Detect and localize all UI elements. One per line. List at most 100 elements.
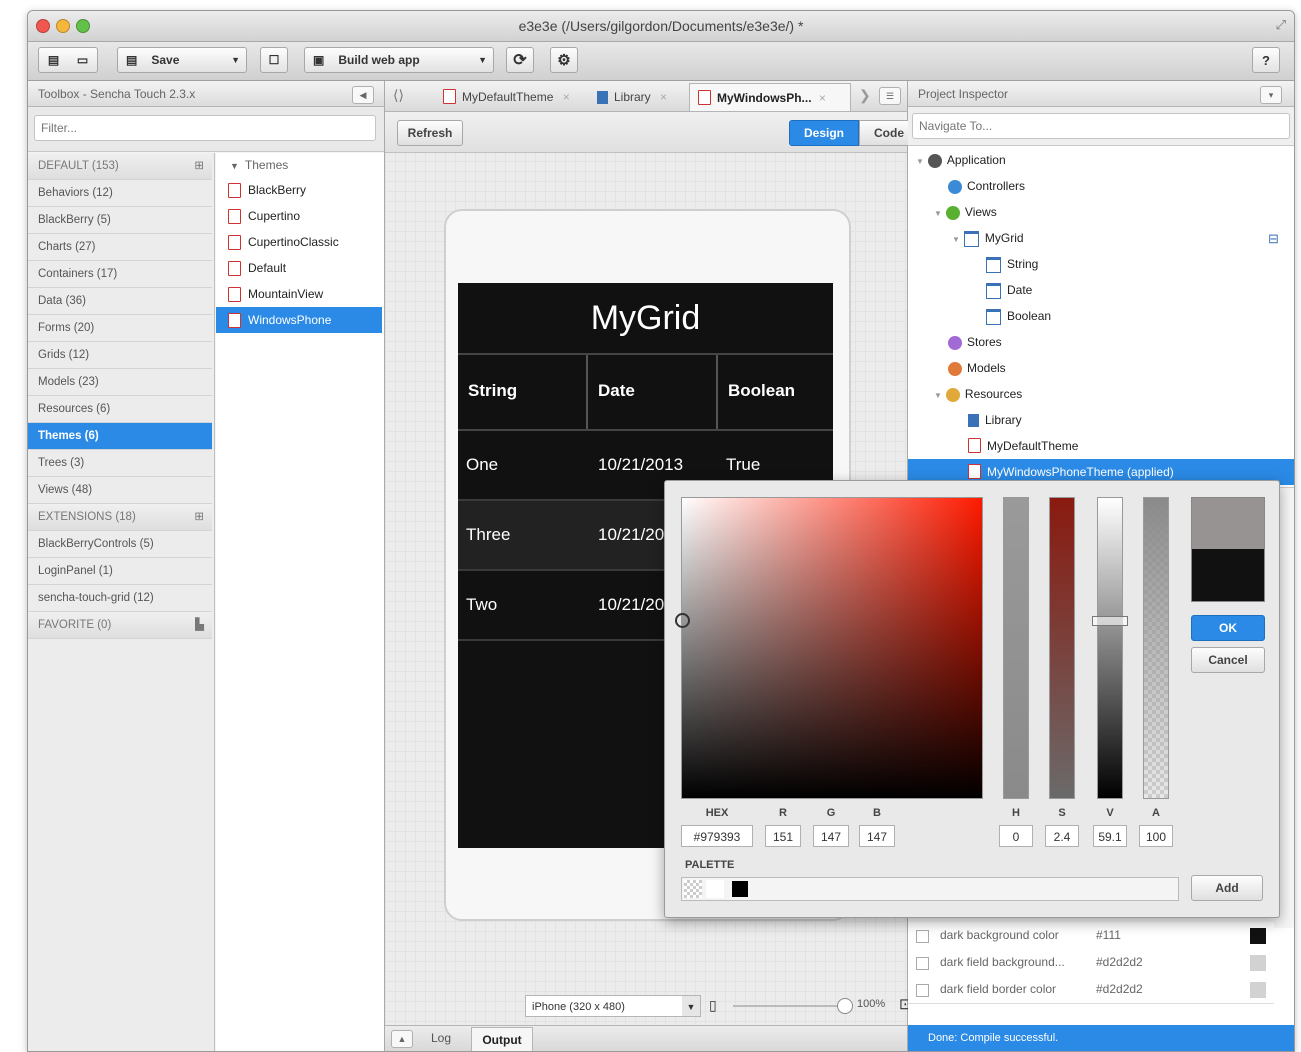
hue-slider[interactable]	[1003, 497, 1029, 799]
alpha-slider[interactable]	[1143, 497, 1169, 799]
property-checkbox[interactable]	[916, 930, 929, 943]
fullscreen-icon[interactable]: ⤢	[1276, 17, 1286, 33]
tree-node-stores[interactable]: Stores	[948, 329, 1002, 355]
tree-node-models[interactable]: Models	[948, 355, 1006, 381]
property-row[interactable]: dark field border color #d2d2d2	[908, 976, 1274, 1004]
color-swatch[interactable]	[1250, 955, 1266, 971]
tree-node-resources[interactable]: ▼ Resources	[934, 381, 1022, 407]
inspector-menu-button[interactable]: ▾	[1260, 86, 1282, 104]
value-slider[interactable]	[1092, 497, 1128, 799]
theme-item[interactable]: CupertinoClassic	[216, 229, 382, 255]
tab-output[interactable]: Output	[471, 1027, 533, 1051]
theme-item[interactable]: MountainView	[216, 281, 382, 307]
property-checkbox[interactable]	[916, 984, 929, 997]
category-item[interactable]: Trees (3)	[28, 450, 212, 477]
design-toggle[interactable]: Design	[789, 120, 859, 146]
tree-node-library[interactable]: Library	[968, 407, 1022, 433]
add-button[interactable]: Add	[1191, 875, 1263, 901]
category-item[interactable]: BlackBerryControls (5)	[28, 531, 212, 558]
b-input[interactable]: 147	[859, 825, 895, 847]
themes-group-header[interactable]: ▼ Themes	[216, 153, 382, 177]
color-cursor[interactable]	[675, 613, 690, 628]
v-input[interactable]: 59.1	[1093, 825, 1127, 847]
close-tab-icon[interactable]: ×	[819, 91, 826, 105]
open-folder-icon[interactable]: ▭	[77, 53, 88, 67]
palette-swatch-transparent[interactable]	[684, 880, 702, 898]
collapse-left-button[interactable]: ◀	[352, 86, 374, 104]
category-item[interactable]: EXTENSIONS (18) ⊞	[28, 504, 212, 531]
component-settings-icon[interactable]: ⊟	[1268, 231, 1279, 247]
settings-button[interactable]: ⚙	[550, 47, 578, 73]
tab-log[interactable]: Log	[431, 1031, 451, 1045]
category-item[interactable]: Grids (12)	[28, 342, 212, 369]
code-brackets-icon[interactable]: ⟨⟩	[393, 87, 404, 104]
tree-node-string[interactable]: String	[986, 251, 1038, 277]
category-item[interactable]: Resources (6)	[28, 396, 212, 423]
ok-button[interactable]: OK	[1191, 615, 1265, 641]
tree-node-application[interactable]: ▼ Application	[916, 147, 1006, 173]
column-header[interactable]: Date	[598, 381, 635, 401]
refresh-button[interactable]: Refresh	[397, 120, 463, 146]
tree-node-boolean[interactable]: Boolean	[986, 303, 1051, 329]
tab-library[interactable]: Library ×	[597, 85, 667, 109]
property-checkbox[interactable]	[916, 957, 929, 970]
add-folder-icon[interactable]: ⊞	[194, 504, 204, 531]
tree-node-views[interactable]: ▼ Views	[934, 199, 997, 225]
expand-console-button[interactable]: ▲	[391, 1030, 413, 1048]
tab-list-button[interactable]: ☰	[879, 87, 901, 105]
refresh-button[interactable]: ⟳	[506, 47, 534, 73]
r-input[interactable]: 151	[765, 825, 801, 847]
saturation-slider[interactable]	[1049, 497, 1075, 799]
theme-item[interactable]: BlackBerry	[216, 177, 382, 203]
category-item[interactable]: Views (48)	[28, 477, 212, 504]
category-item[interactable]: Behaviors (12)	[28, 180, 212, 207]
category-item[interactable]: sencha-touch-grid (12)	[28, 585, 212, 612]
cancel-button[interactable]: Cancel	[1191, 647, 1265, 673]
s-input[interactable]: 2.4	[1045, 825, 1079, 847]
next-tab-icon[interactable]: ❯	[859, 87, 871, 104]
hex-input[interactable]: #979393	[681, 825, 753, 847]
zoom-slider[interactable]	[733, 1005, 843, 1007]
property-row[interactable]: dark background color #111	[908, 922, 1274, 950]
category-item[interactable]: Charts (27)	[28, 234, 212, 261]
category-item[interactable]: Containers (17)	[28, 261, 212, 288]
device-select[interactable]: iPhone (320 x 480) ▼	[525, 995, 701, 1017]
h-input[interactable]: 0	[999, 825, 1033, 847]
category-item[interactable]: Forms (20)	[28, 315, 212, 342]
palette-swatch-white[interactable]	[706, 880, 724, 898]
category-item-themes[interactable]: Themes (6)	[28, 423, 212, 450]
value-slider-handle[interactable]	[1092, 616, 1128, 626]
color-swatch[interactable]	[1250, 982, 1266, 998]
tab-mywindowsphonetheme[interactable]: MyWindowsPh... ×	[689, 83, 851, 111]
g-input[interactable]: 147	[813, 825, 849, 847]
phone-icon[interactable]: ▯	[709, 997, 717, 1014]
palette-swatch-black[interactable]	[732, 881, 748, 897]
a-input[interactable]: 100	[1139, 825, 1173, 847]
theme-item[interactable]: Cupertino	[216, 203, 382, 229]
help-button[interactable]: ?	[1252, 47, 1280, 73]
saturation-value-field[interactable]	[675, 497, 983, 799]
category-item[interactable]: Models (23)	[28, 369, 212, 396]
color-swatch[interactable]	[1250, 928, 1266, 944]
property-row[interactable]: dark field background... #d2d2d2	[908, 949, 1274, 977]
close-tab-icon[interactable]: ×	[660, 90, 667, 104]
filter-input[interactable]	[34, 115, 376, 141]
zoom-slider-thumb[interactable]	[837, 998, 853, 1014]
tree-node-mygrid[interactable]: ▼ MyGrid	[952, 225, 1024, 251]
column-header[interactable]: Boolean	[728, 381, 795, 401]
category-item[interactable]: DEFAULT (153) ⊞	[28, 153, 212, 180]
save-button[interactable]: ▤ Save ▼	[117, 47, 247, 73]
navigate-input[interactable]	[912, 113, 1290, 139]
tree-node-mydefaulttheme[interactable]: MyDefaultTheme	[968, 433, 1078, 459]
add-folder-icon[interactable]: ⊞	[194, 153, 204, 180]
layout-button[interactable]: ☐	[260, 47, 288, 73]
theme-item-selected[interactable]: WindowsPhone	[216, 307, 382, 333]
theme-item[interactable]: Default	[216, 255, 382, 281]
close-tab-icon[interactable]: ×	[563, 90, 570, 104]
category-item[interactable]: BlackBerry (5)	[28, 207, 212, 234]
build-button[interactable]: ▣ Build web app ▼	[304, 47, 494, 73]
new-file-icon[interactable]: ▤	[48, 53, 59, 67]
category-item[interactable]: LoginPanel (1)	[28, 558, 212, 585]
column-header[interactable]: String	[468, 381, 517, 401]
tree-node-date[interactable]: Date	[986, 277, 1032, 303]
